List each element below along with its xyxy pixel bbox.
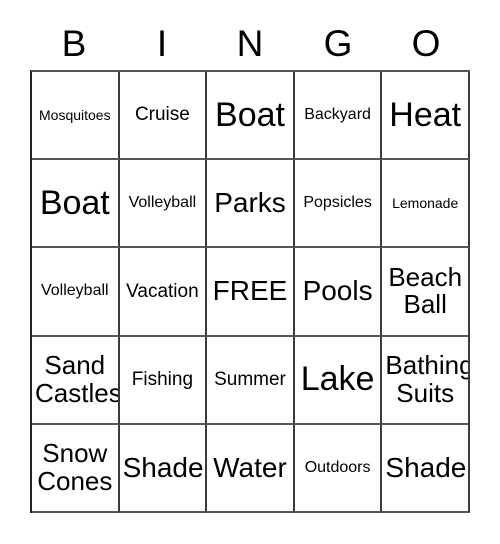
bingo-grid: Mosquitoes Cruise Boat Backyard Heat Boat Voll… xyxy=(30,70,470,513)
bingo-cell-label: Shade xyxy=(122,451,204,483)
bingo-cell[interactable]: Pools xyxy=(294,248,383,337)
bingo-cell[interactable]: Mosquitoes xyxy=(32,72,120,161)
bingo-cell[interactable]: Boat xyxy=(32,160,120,249)
bingo-cell-label: Snow Cones xyxy=(37,438,113,496)
bingo-cell-label: Summer xyxy=(214,369,286,390)
bingo-cell[interactable]: Beach Ball xyxy=(382,248,470,337)
bingo-card: B I N G O Mosquitoes Cruise Boat Backyard He… xyxy=(0,0,500,544)
bingo-cell[interactable]: Popsicles xyxy=(294,160,383,249)
bingo-cell-label: Shade xyxy=(385,451,467,483)
bingo-cell[interactable]: Snow Cones xyxy=(32,424,120,513)
bingo-cell[interactable]: Volleyball xyxy=(119,160,208,249)
header-letter-n: N xyxy=(236,22,264,64)
bingo-cell[interactable]: Water xyxy=(207,424,295,513)
bingo-cell[interactable]: Heat xyxy=(382,72,470,161)
bingo-cell-label: Boat xyxy=(39,183,110,222)
bingo-cell-label: Fishing xyxy=(131,369,194,390)
bingo-cell-label: Lake xyxy=(300,360,375,399)
bingo-cell-label: Heat xyxy=(389,95,462,134)
bingo-cell-label: Popsicles xyxy=(303,194,372,212)
bingo-cell-label: Cruise xyxy=(134,104,190,126)
bingo-cell[interactable]: Outdoors xyxy=(294,424,383,513)
bingo-cell-label: Vacation xyxy=(126,280,199,302)
header-letter-o: O xyxy=(411,22,441,64)
bingo-cell[interactable]: Summer xyxy=(207,336,295,425)
bingo-cell[interactable]: Fishing xyxy=(119,336,208,425)
header-letter-b: B xyxy=(61,22,87,64)
bingo-cell[interactable]: Lake xyxy=(294,336,383,425)
header-letter-i: I xyxy=(156,22,168,64)
bingo-cell-label: Backyard xyxy=(304,105,371,123)
bingo-cell[interactable]: Shade xyxy=(382,424,470,513)
bingo-cell-label: Water xyxy=(213,451,287,483)
bingo-cell-label: Outdoors xyxy=(304,458,371,476)
bingo-cell-label: Pools xyxy=(302,275,373,307)
bingo-cell-label: Bathing Suits xyxy=(385,350,470,408)
bingo-cell-label: Boat xyxy=(215,95,285,134)
bingo-cell-label: Parks xyxy=(214,187,286,219)
bingo-cell[interactable]: Cruise xyxy=(119,72,208,161)
bingo-header: B I N G O xyxy=(30,16,470,70)
bingo-cell-label: Volleyball xyxy=(40,282,109,300)
bingo-cell[interactable]: Shade xyxy=(119,424,208,513)
bingo-cell[interactable]: Parks xyxy=(207,160,295,249)
bingo-cell[interactable]: Volleyball xyxy=(32,248,120,337)
bingo-cell-label: Lemonade xyxy=(392,195,459,212)
bingo-cell[interactable]: Backyard xyxy=(294,72,383,161)
bingo-cell-label: Beach Ball xyxy=(388,261,463,320)
bingo-cell[interactable]: Sand Castles xyxy=(32,336,120,425)
bingo-free-space[interactable]: FREE xyxy=(207,248,295,337)
bingo-cell[interactable]: Boat xyxy=(207,72,295,161)
bingo-cell-label: Mosquitoes xyxy=(39,106,111,123)
bingo-cell[interactable]: Bathing Suits xyxy=(382,336,470,425)
bingo-cell[interactable]: Vacation xyxy=(119,248,208,337)
bingo-cell-label: FREE xyxy=(212,275,288,307)
bingo-cell-label: Volleyball xyxy=(128,194,197,212)
bingo-cell-label: Sand Castles xyxy=(35,350,120,408)
header-letter-g: G xyxy=(323,22,353,64)
bingo-cell[interactable]: Lemonade xyxy=(382,160,470,249)
